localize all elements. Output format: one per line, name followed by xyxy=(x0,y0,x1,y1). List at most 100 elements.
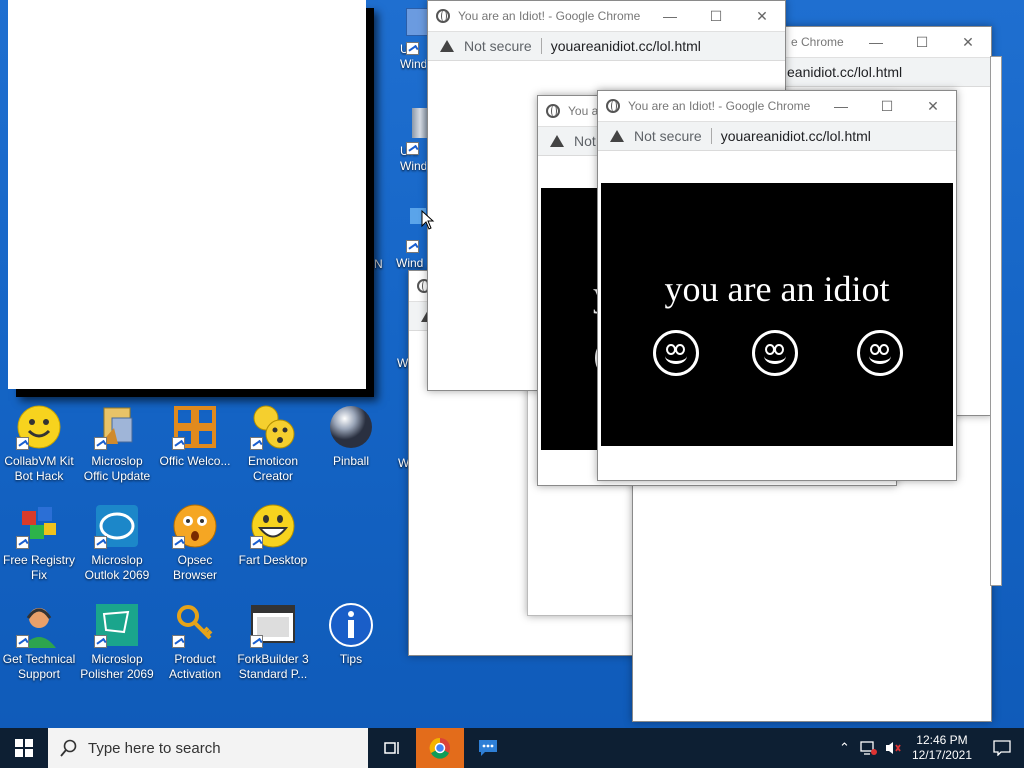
warning-icon xyxy=(610,130,624,142)
shortcut-arrow-icon xyxy=(94,437,107,450)
not-secure-label: Not secure xyxy=(634,128,702,144)
warning-icon xyxy=(550,135,564,147)
taskbar-clock[interactable]: 12:46 PM 12/17/2021 xyxy=(912,733,972,763)
info-icon xyxy=(328,602,374,648)
outlok-icon[interactable]: Microslop Outlok 2069 xyxy=(78,503,156,583)
chrome-taskbar-button[interactable] xyxy=(416,728,464,768)
not-secure-label: Not secure xyxy=(464,38,532,54)
polisher-icon[interactable]: Microslop Polisher 2069 xyxy=(78,602,156,682)
partial-icon-uninstall-1[interactable]: Uni Wind xyxy=(400,8,430,88)
url-text: eanidiot.cc/lol.html xyxy=(787,64,903,80)
pinball-icon[interactable]: Pinball xyxy=(312,404,390,469)
partial-label-w1: W xyxy=(397,356,409,370)
pinball-ball-icon xyxy=(328,404,374,450)
address-bar[interactable]: Not secure youareanidiot.cc/lol.html xyxy=(598,121,956,151)
icon-label: ForkBuilder 3 Standard P... xyxy=(237,652,309,681)
shortcut-arrow-icon xyxy=(172,437,185,450)
window-title: You are an Idiot! - Google Chrome xyxy=(628,99,811,113)
smiley-face-icon xyxy=(752,330,798,376)
shortcut-arrow-icon xyxy=(16,437,29,450)
partial-icon-uninstall-2[interactable]: Uni Wind xyxy=(400,108,430,188)
partial-label-n: N xyxy=(374,257,383,271)
icon-label: Free Registry Fix xyxy=(2,553,76,582)
globe-icon xyxy=(546,104,560,118)
office-welcome-icon[interactable]: Offic Welco... xyxy=(156,404,234,469)
shortcut-arrow-icon xyxy=(16,536,29,549)
clock-time: 12:46 PM xyxy=(916,733,968,747)
clock-date: 12/17/2021 xyxy=(911,748,972,762)
tech-support-icon[interactable]: Get Technical Support xyxy=(0,602,78,682)
fart-desktop-icon[interactable]: Fart Desktop xyxy=(234,503,312,568)
search-placeholder: Type here to search xyxy=(88,739,221,757)
address-bar[interactable]: Not secure youareanidiot.cc/lol.html xyxy=(428,31,785,61)
registry-fix-icon[interactable]: Free Registry Fix xyxy=(0,503,78,583)
chevron-up-icon[interactable]: ⌃ xyxy=(839,740,850,756)
blank-white-window[interactable] xyxy=(8,0,366,389)
emoticon-faces-icon xyxy=(250,404,296,450)
shortcut-arrow-icon xyxy=(94,536,107,549)
window-app-icon xyxy=(250,602,296,648)
shortcut-arrow-icon xyxy=(406,142,419,155)
icon-label: Microslop Polisher 2069 xyxy=(80,652,154,681)
product-activation-icon[interactable]: Product Activation xyxy=(156,602,234,682)
task-view-button[interactable] xyxy=(368,728,416,768)
close-button[interactable]: ✕ xyxy=(945,34,991,51)
window-titlebar[interactable]: e Chrome — ☐ ✕ xyxy=(761,27,991,57)
registry-blocks-icon xyxy=(16,503,62,549)
taskbar-search-box[interactable]: Type here to search xyxy=(48,728,368,768)
window-edge-strip xyxy=(990,56,1002,586)
not-secure-label: Not xyxy=(574,133,596,149)
address-separator xyxy=(540,38,542,54)
notification-icon xyxy=(993,740,1011,756)
icon-label: Offic Welco... xyxy=(159,454,231,468)
window-titlebar[interactable]: You are an Idiot! - Google Chrome — ☐ ✕ xyxy=(428,1,785,31)
task-view-icon xyxy=(384,742,399,754)
minimize-button[interactable]: — xyxy=(818,98,864,114)
window-title: You are an Idiot! - Google Chrome xyxy=(458,9,641,23)
loading-globe-icon xyxy=(436,9,450,23)
office-update-icon[interactable]: Microslop Offic Update xyxy=(78,404,156,484)
emoticon-creator-icon[interactable]: Emoticon Creator xyxy=(234,404,312,484)
volume-muted-icon[interactable] xyxy=(884,740,902,756)
window-titlebar[interactable]: You are an Idiot! - Google Chrome — ☐ ✕ xyxy=(598,91,956,121)
maximize-button[interactable]: ☐ xyxy=(899,34,945,51)
notification-center-button[interactable] xyxy=(980,728,1024,768)
shortcut-arrow-icon xyxy=(406,42,419,55)
close-button[interactable]: ✕ xyxy=(739,8,785,25)
chat-taskbar-button[interactable] xyxy=(464,728,512,768)
shortcut-arrow-icon xyxy=(172,536,185,549)
collabvm-kit-icon[interactable]: CollabVM Kit Bot Hack xyxy=(0,404,78,484)
partial-icon-label: Wind xyxy=(396,256,424,270)
icon-label: Pinball xyxy=(332,454,370,468)
polisher-graphic-icon xyxy=(94,602,140,648)
key-icon xyxy=(172,602,218,648)
tips-icon[interactable]: Tips xyxy=(312,602,390,667)
close-button[interactable]: ✕ xyxy=(910,98,956,115)
opsec-browser-icon[interactable]: Opsec Browser xyxy=(156,503,234,583)
idiot-message-text: you are an idiot xyxy=(664,269,890,309)
maximize-button[interactable]: ☐ xyxy=(864,98,910,115)
address-bar[interactable]: eanidiot.cc/lol.html xyxy=(761,57,991,87)
minimize-button[interactable]: — xyxy=(647,8,693,24)
grin-face-icon xyxy=(250,503,296,549)
maximize-button[interactable]: ☐ xyxy=(693,8,739,25)
system-tray: ⌃ 12:46 PM 12/17/2021 xyxy=(839,728,1024,768)
smiley-face-icon xyxy=(16,404,62,450)
forkbuilder-icon[interactable]: ForkBuilder 3 Standard P... xyxy=(234,602,312,682)
icon-label: Opsec Browser xyxy=(172,553,217,582)
minimize-button[interactable]: — xyxy=(853,34,899,50)
chrome-popup-window-front[interactable]: You are an Idiot! - Google Chrome — ☐ ✕ … xyxy=(597,90,957,481)
chat-bubble-icon xyxy=(479,740,497,756)
support-agent-icon xyxy=(16,602,62,648)
shortcut-arrow-icon xyxy=(250,437,263,450)
icon-label: Get Technical Support xyxy=(2,652,76,681)
surprised-face-icon xyxy=(172,503,218,549)
search-icon xyxy=(60,739,77,757)
icon-label: CollabVM Kit Bot Hack xyxy=(4,454,74,483)
shortcut-arrow-icon xyxy=(250,536,263,549)
shortcut-arrow-icon xyxy=(250,635,263,648)
network-icon[interactable] xyxy=(860,740,878,756)
office-update-graphic-icon xyxy=(94,404,140,450)
start-button[interactable] xyxy=(0,728,48,768)
idiot-message-panel: you are an idiot xyxy=(601,183,953,446)
